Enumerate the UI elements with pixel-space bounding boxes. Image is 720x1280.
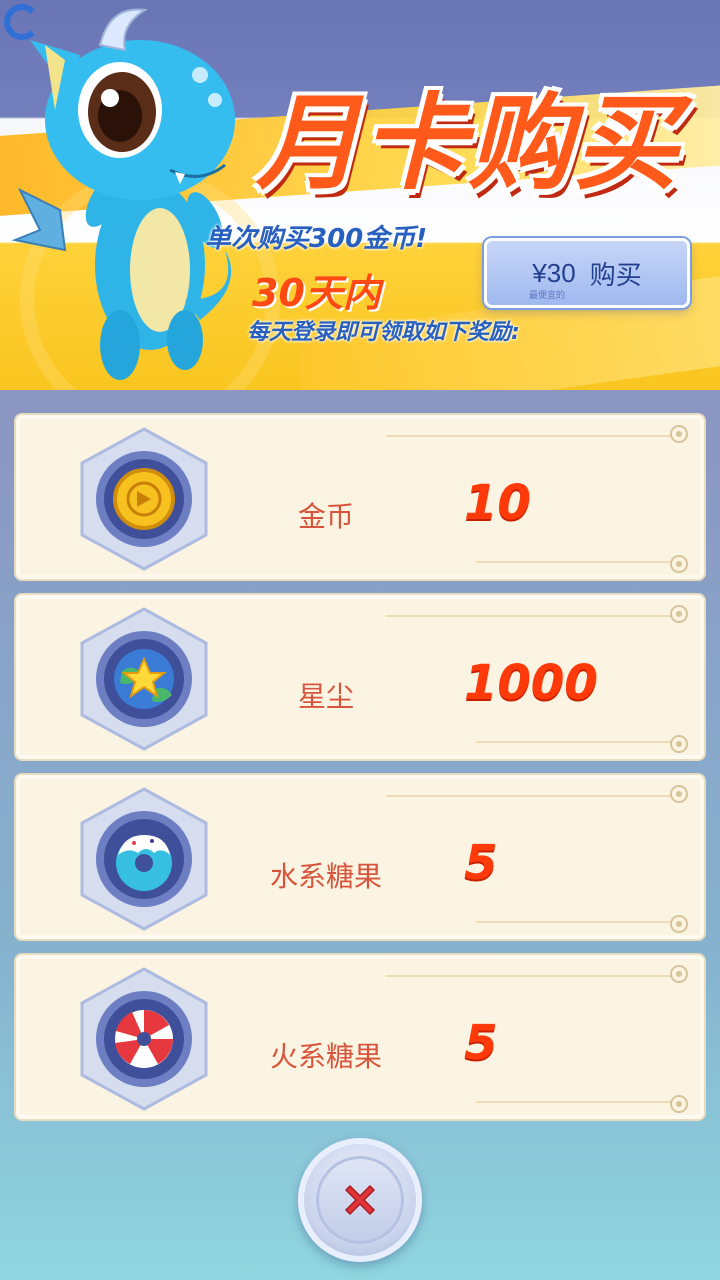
stardust-icon bbox=[80, 607, 208, 751]
buy-button[interactable]: ¥30 购买 最便宜的 bbox=[484, 238, 690, 308]
buy-price: ¥30 bbox=[532, 257, 576, 288]
month-card-banner: 月卡购买 单次购买300金币! 30天内 每天登录即可领取如下奖励: ¥30 购… bbox=[0, 0, 720, 390]
banner-title: 月卡购买 bbox=[255, 82, 680, 204]
buy-label: 购买 bbox=[589, 259, 642, 290]
blue-dragon-mascot-icon bbox=[11, 8, 235, 380]
reward-label: 星尘 bbox=[297, 680, 354, 713]
reward-card-stardust: 星尘 1000 bbox=[14, 593, 706, 761]
reward-card-water-candy: 水系糖果 5 bbox=[14, 773, 706, 941]
fire-candy-icon bbox=[80, 967, 208, 1111]
promo-days-text: 30天内 bbox=[252, 271, 381, 315]
reward-quantity: 1000 bbox=[464, 655, 598, 711]
reward-card-gold: 金币 10 bbox=[14, 413, 706, 581]
promo-reward-text: 每天登录即可领取如下奖励: bbox=[247, 320, 520, 345]
gold-coin-icon bbox=[80, 427, 208, 571]
close-button[interactable] bbox=[298, 1138, 422, 1262]
reward-label: 水系糖果 bbox=[269, 860, 382, 893]
reward-quantity: 5 bbox=[464, 835, 498, 891]
reward-quantity: 10 bbox=[464, 475, 531, 531]
reward-label: 金币 bbox=[297, 500, 354, 533]
reward-label: 火系糖果 bbox=[269, 1040, 382, 1073]
buy-small-text: 最便宜的 bbox=[529, 290, 566, 300]
water-candy-icon bbox=[80, 787, 208, 931]
reward-quantity: 5 bbox=[464, 1015, 498, 1071]
close-icon bbox=[344, 1184, 376, 1216]
reward-card-fire-candy: 火系糖果 5 bbox=[14, 953, 706, 1121]
promo-gold-text: 单次购买300金币! bbox=[205, 224, 428, 254]
